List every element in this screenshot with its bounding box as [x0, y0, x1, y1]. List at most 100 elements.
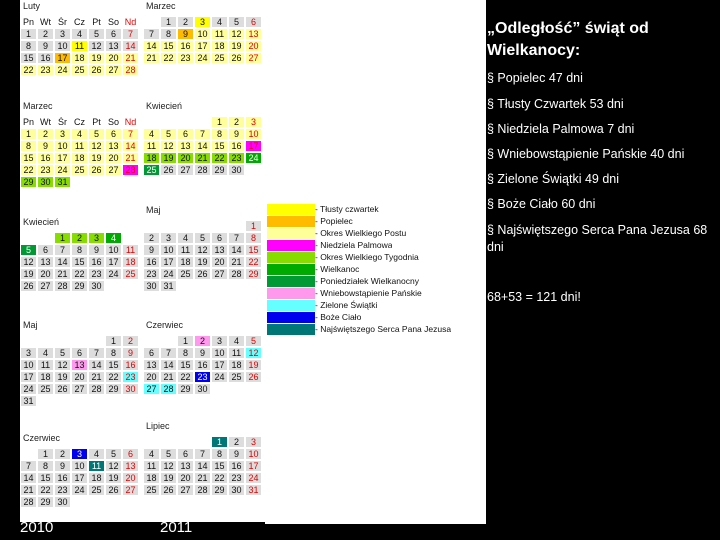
- calendar-day: 27: [37, 280, 54, 292]
- calendar-day: 15: [245, 244, 262, 256]
- calendar-day: 23: [37, 64, 54, 76]
- calendar-day: 17: [54, 152, 71, 164]
- weekday-header-row: Pn Wt Śr Cz Pt So Nd: [20, 16, 139, 28]
- calendar-day: 18: [211, 40, 228, 52]
- calendar-day: 8: [20, 140, 37, 152]
- calendar-day: 12: [88, 40, 105, 52]
- calendar-day: 11: [71, 140, 88, 152]
- calendar-day: 25: [143, 484, 160, 496]
- calendar-day: 26: [105, 484, 122, 496]
- calendar-day: 5: [245, 335, 262, 347]
- calendar-day: 14: [228, 244, 245, 256]
- calendar-day: 14: [143, 40, 160, 52]
- calendar-empty: [245, 164, 262, 176]
- calendar-day: 26: [245, 371, 262, 383]
- calendar-empty: [88, 335, 105, 347]
- calendar-day: 17: [194, 40, 211, 52]
- calendar-day: 23: [177, 52, 194, 64]
- calendar-title: Kwiecień: [146, 101, 183, 111]
- calendar-empty: [54, 335, 71, 347]
- calendar-day: 26: [160, 484, 177, 496]
- calendar-empty: [37, 395, 54, 407]
- legend-label: - Wniebowstąpienie Pańskie: [315, 287, 422, 298]
- calendar-empty: [143, 436, 160, 448]
- calendar-day: 6: [211, 232, 228, 244]
- calendar-day: 19: [88, 52, 105, 64]
- calendar-day: 12: [88, 140, 105, 152]
- calendar-day: 26: [194, 268, 211, 280]
- calendar-week-row: 2345678: [143, 232, 262, 244]
- calendar-empty: [245, 383, 262, 395]
- calendar-week-row: 20 21 22 23 24 25 26: [143, 371, 262, 383]
- year-label-2011: 2011: [160, 519, 193, 536]
- calendar-day: 1: [245, 220, 262, 232]
- calendar-week-row: 14 15 16 17 18 19 20: [20, 472, 139, 484]
- legend-swatch: [267, 215, 315, 227]
- slide-heading: „Odległość” świąt od Wielkanocy:: [487, 20, 649, 59]
- legend-swatch: [267, 287, 315, 299]
- calendar-day: 24: [245, 472, 262, 484]
- calendar-day: 26: [54, 383, 71, 395]
- legend-item: - Boże Ciało: [267, 311, 484, 323]
- calendar-panel: Luty Pn Wt Śr Cz Pt So Nd 1 2 3 4 5 6 7 8 9 10 11 12 13 14 15 1…: [20, 0, 265, 522]
- calendar-day: 18: [228, 359, 245, 371]
- calendar-title: Marzec: [146, 1, 176, 11]
- calendar-day: 30: [228, 164, 245, 176]
- calendar-day: 26: [160, 164, 177, 176]
- calendar-empty: [160, 436, 177, 448]
- calendar-day: 9: [177, 28, 194, 40]
- calendar-grid: 1 2 3 4 5 6 7 8 9 10 11 12 13 14 15 16 17 18 19 20 21 22 23 24 2…: [143, 220, 262, 292]
- calendar-empty: [105, 395, 122, 407]
- calendar-day: 17: [160, 256, 177, 268]
- calendar-week-row: 123: [143, 436, 262, 448]
- calendar-empty: [228, 220, 245, 232]
- calendar-day: 22: [105, 371, 122, 383]
- calendar-empty: [71, 335, 88, 347]
- year-label-2010: 2010: [20, 519, 54, 536]
- calendar-day: 6: [37, 244, 54, 256]
- calendar-day: 31: [20, 395, 37, 407]
- bullet-summary: 68+53 = 121 dni!: [487, 290, 581, 304]
- calendar-day: 27: [245, 52, 262, 64]
- calendar-day: 1: [211, 116, 228, 128]
- calendar-empty: [228, 280, 245, 292]
- calendar-empty: [194, 220, 211, 232]
- calendar-day: 3: [194, 16, 211, 28]
- calendar-day: 21: [122, 52, 139, 64]
- calendar-day: 7: [122, 128, 139, 140]
- calendar-day: 7: [122, 28, 139, 40]
- calendar-week-row: 31: [20, 395, 139, 407]
- calendar-empty: [20, 232, 37, 244]
- calendar-week-row: 19 20 21 22 23 24 25: [20, 268, 139, 280]
- calendar-day: 18: [143, 152, 160, 164]
- calendar-day: 16: [37, 52, 54, 64]
- bullet-item: § Tłusty Czwartek 53 dni: [487, 97, 624, 111]
- calendar-day: 4: [37, 347, 54, 359]
- calendar-day: 17: [245, 460, 262, 472]
- calendar-day: 27: [71, 383, 88, 395]
- calendar-day: 25: [228, 371, 245, 383]
- calendar-day: 2: [177, 16, 194, 28]
- calendar-day: 28: [228, 268, 245, 280]
- calendar-day: 16: [122, 359, 139, 371]
- calendar-day: 21: [143, 52, 160, 64]
- calendar-day: 15: [20, 52, 37, 64]
- calendar-day: 15: [37, 472, 54, 484]
- legend-swatch: [267, 323, 315, 335]
- calendar-day: 20: [177, 472, 194, 484]
- calendar-day: 3: [211, 335, 228, 347]
- calendar-week-row: 1234567: [20, 128, 139, 140]
- calendar-day: 11: [88, 460, 105, 472]
- calendar-day: 8: [20, 40, 37, 52]
- calendar-week-row: 21 22 23 24 25 26 27: [20, 484, 139, 496]
- calendar-day: 22: [71, 268, 88, 280]
- calendar-day: 13: [177, 460, 194, 472]
- calendar-day: 6: [122, 448, 139, 460]
- calendar-day: 28: [54, 280, 71, 292]
- calendar-day: 24: [245, 152, 262, 164]
- calendar-empty: [194, 280, 211, 292]
- calendar-day: 21: [194, 472, 211, 484]
- calendar-day: 3: [71, 448, 88, 460]
- legend-item: - Wniebowstąpienie Pańskie: [267, 287, 484, 299]
- calendar-week-row: 11 12 13 14 15 16 17: [143, 460, 262, 472]
